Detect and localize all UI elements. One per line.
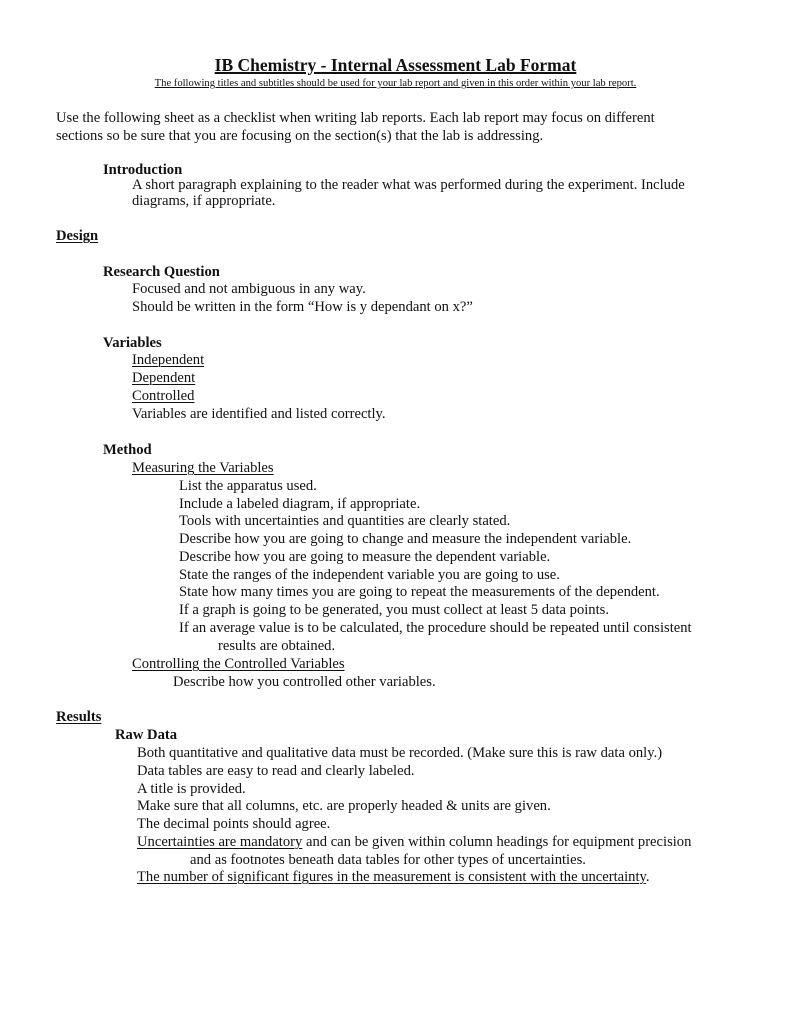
results-heading: Results <box>56 709 102 725</box>
measuring-item: State the ranges of the independent vari… <box>179 567 560 583</box>
measuring-item: List the apparatus used. <box>179 478 317 494</box>
measuring-item-continuation: results are obtained. <box>218 638 336 654</box>
method-heading: Method <box>103 442 152 458</box>
measuring-item: If a graph is going to be generated, you… <box>179 602 609 618</box>
introduction-text-line-2: diagrams, if appropriate. <box>132 193 276 209</box>
design-heading: Design <box>56 228 99 244</box>
intro-paragraph-line-2: sections so be sure that you are focusin… <box>56 128 544 144</box>
raw-data-item: Make sure that all columns, etc. are pro… <box>137 798 551 814</box>
research-question-item: Focused and not ambiguous in any way. <box>132 281 366 297</box>
intro-paragraph-line-1: Use the following sheet as a checklist w… <box>56 110 655 126</box>
raw-data-item: The decimal points should agree. <box>137 816 331 832</box>
sig-figs-text: The number of significant figures in the… <box>137 869 646 885</box>
raw-data-item: Data tables are easy to read and clearly… <box>137 763 415 779</box>
uncertainties-mandatory-text: Uncertainties are mandatory <box>137 834 303 850</box>
measuring-variables-heading: Measuring the Variables <box>132 460 274 476</box>
measuring-item: Tools with uncertainties and quantities … <box>179 513 511 529</box>
research-question-item: Should be written in the form “How is y … <box>132 299 473 315</box>
page-subtitle: The following titles and subtitles shoul… <box>154 78 637 89</box>
controlling-item: Describe how you controlled other variab… <box>173 674 436 690</box>
page-title: IB Chemistry - Internal Assessment Lab F… <box>214 55 577 75</box>
sig-figs-period: . <box>645 869 650 885</box>
measuring-item: State how many times you are going to re… <box>179 584 660 600</box>
uncertainties-rest-text: and can be given within column headings … <box>302 834 692 850</box>
measuring-item: Include a labeled diagram, if appropriat… <box>179 496 421 512</box>
raw-data-item: Both quantitative and qualitative data m… <box>137 745 663 761</box>
variable-type-independent: Independent <box>132 352 205 368</box>
variable-type-dependent: Dependent <box>132 370 196 386</box>
raw-data-heading: Raw Data <box>115 727 178 743</box>
measuring-item: Describe how you are going to measure th… <box>179 549 551 565</box>
controlling-variables-heading: Controlling the Controlled Variables <box>132 656 345 672</box>
raw-data-item: A title is provided. <box>137 781 246 797</box>
measuring-item: Describe how you are going to change and… <box>179 531 632 547</box>
variables-heading: Variables <box>103 335 162 351</box>
uncertainties-continuation: and as footnotes beneath data tables for… <box>190 852 586 868</box>
variable-type-controlled: Controlled <box>132 388 195 404</box>
raw-data-item-sig-figs: The number of significant figures in the… <box>137 869 650 886</box>
measuring-item: If an average value is to be calculated,… <box>179 620 692 636</box>
research-question-heading: Research Question <box>103 264 220 280</box>
raw-data-item-uncertainties: Uncertainties are mandatory and can be g… <box>137 834 691 851</box>
introduction-text-line-1: A short paragraph explaining to the read… <box>132 177 685 193</box>
variables-note: Variables are identified and listed corr… <box>132 406 386 422</box>
